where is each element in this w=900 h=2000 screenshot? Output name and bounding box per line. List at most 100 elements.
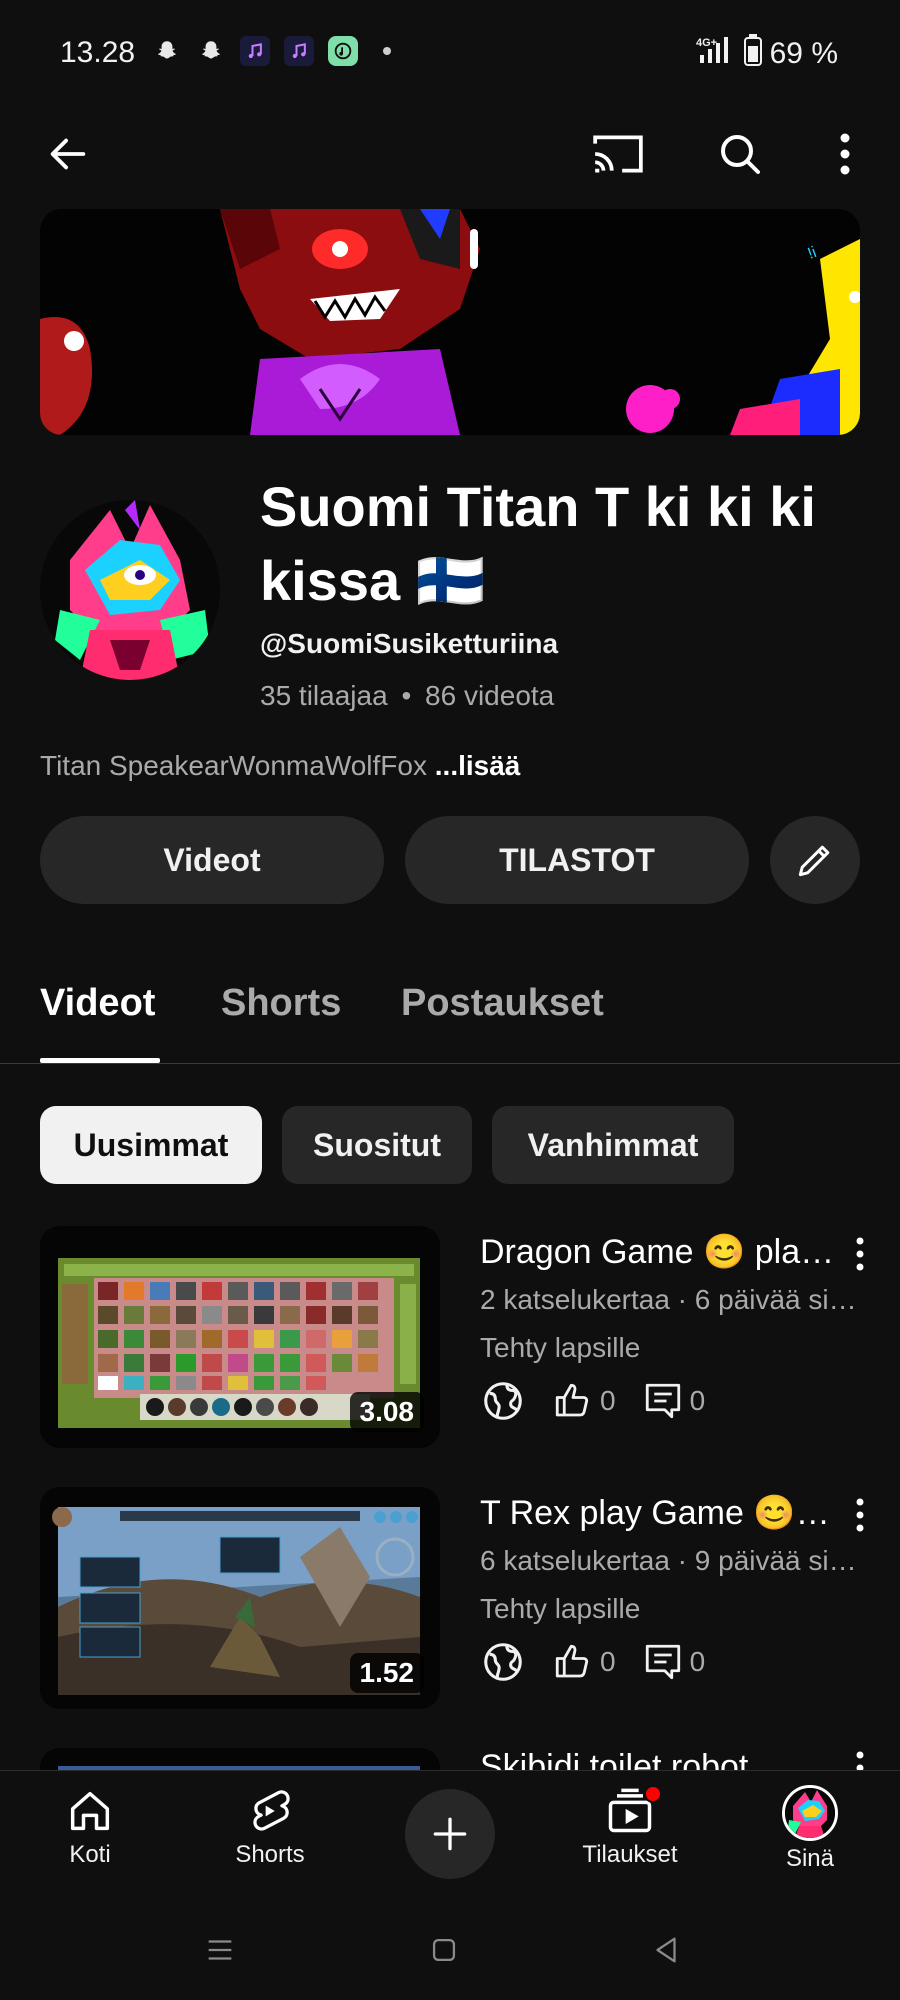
status-time: 13.28: [60, 36, 136, 69]
cast-button[interactable]: [588, 124, 648, 184]
battery-percent: 69 %: [769, 37, 838, 70]
video-count: 86 videota: [425, 680, 555, 711]
likes-value: 0: [600, 1646, 616, 1677]
back-system-button[interactable]: [646, 1930, 686, 1970]
nav-you-label: Sinä: [785, 1845, 835, 1872]
pencil-icon: [798, 845, 830, 877]
stats-button[interactable]: TILASTOT: [405, 816, 749, 904]
likes-count: 0: [552, 1641, 616, 1683]
manage-videos-button[interactable]: Videot: [40, 816, 384, 904]
video-duration: 1.52: [349, 1653, 424, 1693]
chip-oldest[interactable]: Vanhimmat: [492, 1106, 734, 1184]
chip-newest[interactable]: Uusimmat: [40, 1106, 262, 1184]
channel-handle: @SuomiSusiketturiina: [260, 628, 559, 659]
shorts-icon: [253, 1790, 290, 1831]
music-app-icon: [240, 36, 270, 66]
channel-description[interactable]: Titan SpeakearWonmaWolfFox ...lisää: [40, 750, 520, 782]
notification-icons: [152, 36, 402, 66]
comment-icon: [645, 1644, 680, 1680]
plus-icon: [433, 1817, 467, 1851]
nav-home[interactable]: Koti: [20, 1785, 160, 1869]
search-button[interactable]: [710, 124, 770, 184]
more-vertical-icon: [840, 133, 850, 175]
music-player-icon: [328, 36, 358, 66]
tab-shorts[interactable]: Shorts: [221, 982, 341, 1025]
thumb-up-icon: [555, 1644, 589, 1678]
channel-tabs: Videot Shorts Postaukset: [0, 960, 900, 1064]
channel-banner: !i: [40, 209, 860, 435]
more-link[interactable]: ...lisää: [435, 750, 521, 781]
video-more-button[interactable]: [850, 1748, 870, 1770]
recent-apps-icon: [208, 1940, 232, 1960]
home-icon: [70, 1791, 110, 1831]
video-title[interactable]: Skibidi toilet robot: [480, 1748, 850, 1770]
nav-shorts[interactable]: Shorts: [200, 1785, 340, 1869]
profile-avatar: [782, 1785, 838, 1841]
video-item[interactable]: 1.52 T Rex play Game 😊… 6 katselukertaa …: [0, 1487, 900, 1711]
nav-subscriptions-label: Tilaukset: [582, 1841, 678, 1868]
more-notifications-dot-icon: [372, 36, 402, 66]
channel-avatar[interactable]: [40, 500, 220, 680]
more-vertical-icon: [856, 1237, 864, 1271]
video-title[interactable]: T Rex play Game 😊…: [480, 1493, 850, 1533]
triangle-back-icon: [656, 1937, 676, 1963]
video-thumbnail[interactable]: 3.08: [40, 1226, 440, 1448]
likes-count: 0: [552, 1380, 616, 1422]
likes-value: 0: [600, 1385, 616, 1416]
made-for-kids-label: Tehty lapsille: [480, 1332, 641, 1363]
search-icon: [721, 135, 760, 174]
cast-icon: [593, 135, 643, 173]
music-app-icon: [284, 36, 314, 66]
comments-count: 0: [642, 1641, 706, 1683]
bottom-navigation: Koti Shorts Tilaukset Sinä: [0, 1770, 900, 1900]
video-title[interactable]: Dragon Game 😊 pla…: [480, 1232, 850, 1272]
channel-stats[interactable]: 35 tilaajaa • 86 videota: [260, 680, 554, 712]
visibility-public-button[interactable]: [480, 1378, 526, 1424]
status-bar: 13.28 4G+ 69 %: [0, 0, 900, 104]
tab-posts[interactable]: Postaukset: [401, 982, 604, 1025]
home-square-icon: [432, 1938, 456, 1962]
tab-videos[interactable]: Videot: [40, 982, 155, 1025]
nav-shorts-label: Shorts: [235, 1841, 305, 1868]
video-duration: 3.08: [349, 1392, 424, 1432]
stats-separator: •: [401, 680, 412, 711]
video-item[interactable]: Skibidi toilet robot: [0, 1748, 900, 1770]
active-tab-indicator: [40, 1058, 160, 1063]
home-system-button[interactable]: [424, 1930, 464, 1970]
battery-icon: [743, 34, 762, 74]
snapchat-icon: [196, 36, 226, 66]
video-thumbnail[interactable]: 1.52: [40, 1487, 440, 1709]
top-app-bar: [0, 104, 900, 200]
more-vertical-icon: [856, 1498, 864, 1532]
nav-subscriptions[interactable]: Tilaukset: [560, 1785, 700, 1869]
nav-you[interactable]: Sinä: [740, 1785, 880, 1873]
svg-text:4G+: 4G+: [696, 37, 717, 49]
back-button[interactable]: [38, 124, 98, 184]
globe-icon: [484, 1643, 522, 1681]
arrow-back-icon: [50, 138, 86, 170]
snapchat-icon: [152, 36, 182, 66]
system-navigation-bar: [0, 1900, 900, 2000]
visibility-public-button[interactable]: [480, 1639, 526, 1685]
video-more-button[interactable]: [850, 1495, 870, 1535]
video-thumbnail[interactable]: [40, 1748, 440, 1770]
chip-popular[interactable]: Suositut: [282, 1106, 472, 1184]
create-button[interactable]: [405, 1789, 495, 1879]
made-for-kids-label: Tehty lapsille: [480, 1593, 641, 1624]
video-item[interactable]: 3.08 Dragon Game 😊 pla… 2 katselukertaa …: [0, 1226, 900, 1450]
more-vertical-icon: [856, 1751, 864, 1770]
more-options-button[interactable]: [820, 124, 870, 184]
comments-count: 0: [642, 1380, 706, 1422]
video-more-button[interactable]: [850, 1234, 870, 1274]
comments-value: 0: [689, 1385, 706, 1416]
video-actions: 0 0: [480, 1637, 731, 1687]
comment-icon: [645, 1383, 680, 1419]
video-meta: 6 katselukertaa · 9 päivää si…: [480, 1545, 857, 1576]
channel-name: Suomi Titan T ki ki ki kissa 🇫🇮: [260, 475, 816, 612]
globe-icon: [484, 1382, 522, 1420]
subscriber-count: 35 tilaajaa: [260, 680, 388, 711]
video-meta: 2 katselukertaa · 6 päivää si…: [480, 1284, 857, 1315]
edit-channel-button[interactable]: [770, 816, 860, 904]
recent-apps-button[interactable]: [200, 1930, 240, 1970]
comments-value: 0: [689, 1646, 706, 1677]
